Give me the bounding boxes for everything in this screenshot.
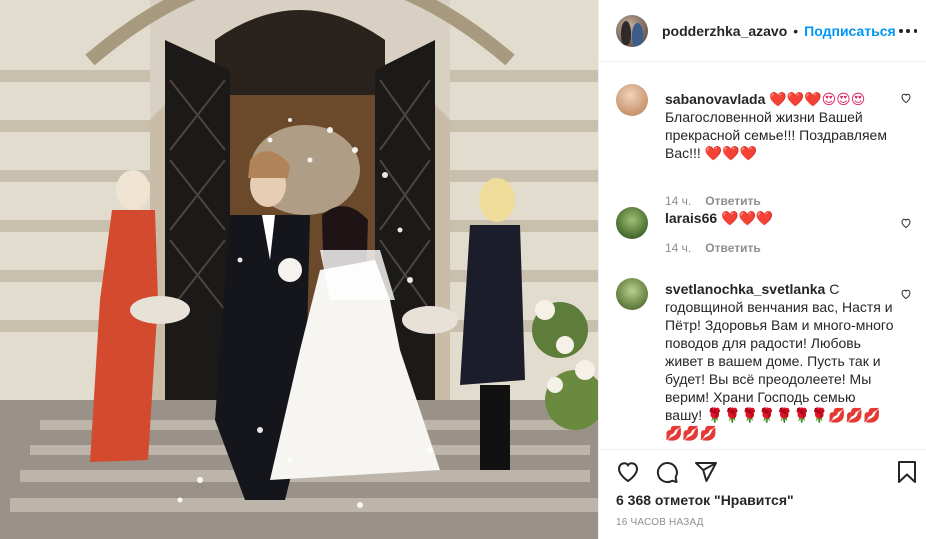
author-avatar[interactable]	[616, 14, 648, 47]
comment-time: 14 ч.	[665, 194, 692, 208]
like-comment-icon[interactable]	[900, 217, 912, 229]
post-side-panel: podderzhka_azavo • Подписаться sabanovav…	[598, 0, 926, 539]
follow-button[interactable]: Подписаться	[804, 23, 896, 39]
share-icon[interactable]	[694, 460, 718, 484]
comment-username[interactable]: sabanovavlada	[665, 91, 765, 107]
like-comment-icon[interactable]	[900, 288, 912, 300]
reply-button[interactable]: Ответить	[705, 241, 760, 255]
comment-icon[interactable]	[655, 460, 679, 484]
commenter-avatar[interactable]	[616, 84, 648, 116]
comment-text: svetlanochka_svetlanka С годовщиной венч…	[665, 280, 895, 442]
comment-emojis: ❤️❤️❤️😍😍😍	[769, 91, 866, 107]
post-actions: 6 368 отметок "Нравится" 16 часов назад	[599, 449, 926, 539]
comment-meta: 14 ч. Ответить	[665, 241, 761, 255]
like-heart-icon[interactable]	[616, 460, 640, 484]
post-timestamp[interactable]: 16 часов назад	[616, 517, 704, 528]
like-comment-icon[interactable]	[900, 92, 912, 104]
comment-text: sabanovavlada ❤️❤️❤️😍😍😍 Благословенной ж…	[665, 90, 895, 162]
comments-list: sabanovavlada ❤️❤️❤️😍😍😍 Благословенной ж…	[599, 62, 926, 449]
post-photo[interactable]	[0, 0, 598, 539]
comment-body-emojis: ❤️❤️❤️	[704, 145, 757, 161]
comment-text: larais66 ❤️❤️❤️	[665, 209, 895, 227]
commenter-avatar[interactable]	[616, 207, 648, 239]
reply-button[interactable]: Ответить	[705, 194, 760, 208]
likes-count[interactable]: 6 368 отметок "Нравится"	[616, 492, 794, 508]
header-separator: •	[793, 22, 799, 39]
wedding-photo-illustration	[0, 0, 598, 539]
more-options-icon[interactable]	[899, 22, 917, 40]
comment-body: С годовщиной венчания вас, Настя и Пётр!…	[665, 281, 894, 423]
post-header: podderzhka_azavo • Подписаться	[599, 0, 926, 62]
author-username[interactable]: podderzhka_azavo	[662, 23, 787, 39]
comment-meta: 14 ч. Ответить	[665, 194, 761, 208]
commenter-avatar[interactable]	[616, 278, 648, 310]
save-bookmark-icon[interactable]	[895, 460, 919, 484]
comment-username[interactable]: svetlanochka_svetlanka	[665, 281, 825, 297]
comment-time: 14 ч.	[665, 241, 692, 255]
comment-emojis: ❤️❤️❤️	[721, 210, 774, 226]
comment-username[interactable]: larais66	[665, 210, 717, 226]
comment-body: Благословенной жизни Вашей прекрасной се…	[665, 109, 887, 161]
